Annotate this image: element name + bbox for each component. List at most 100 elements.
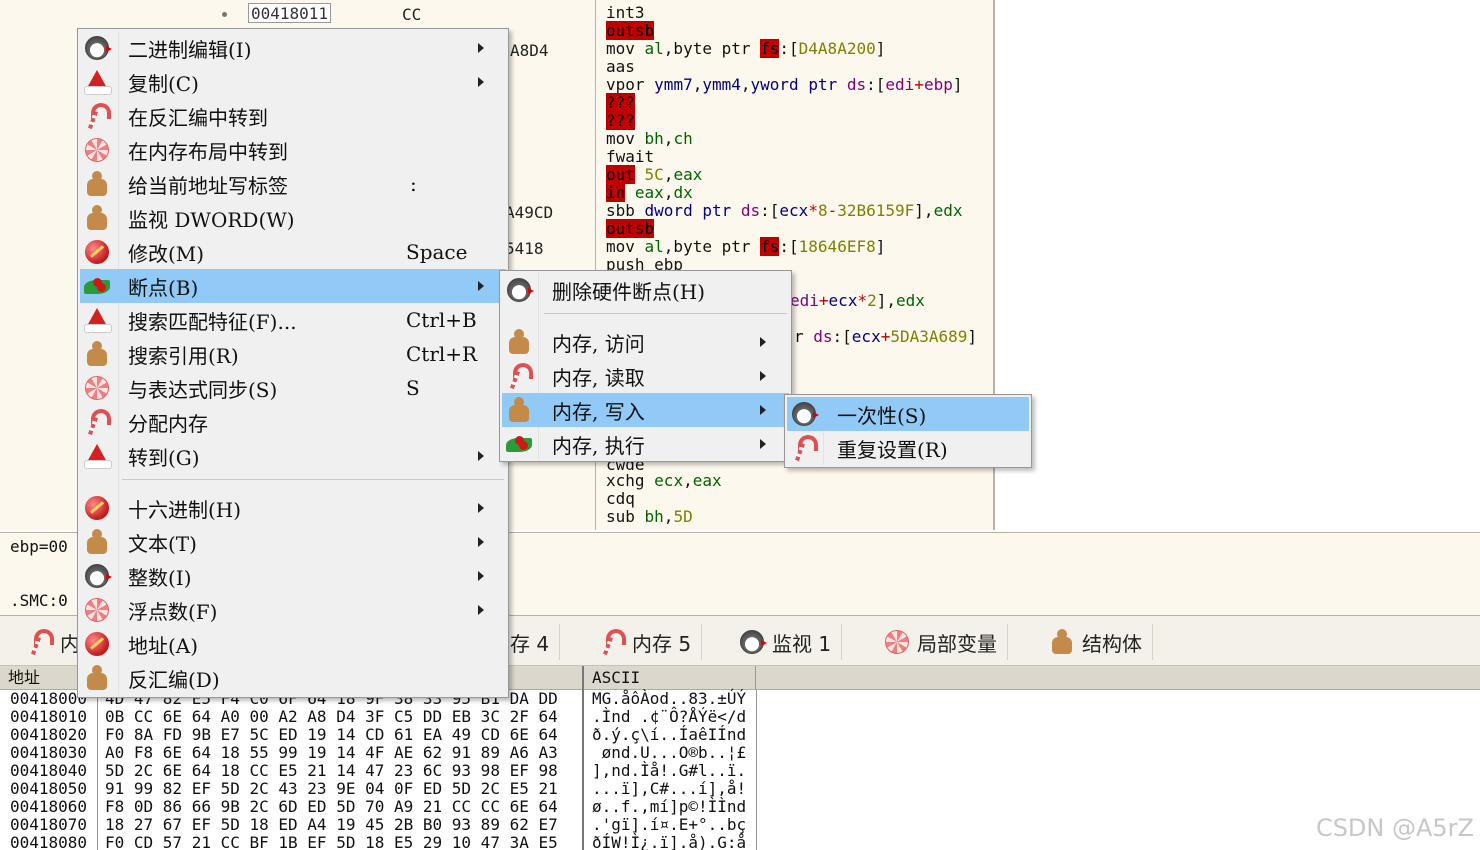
gingerbread-icon	[85, 171, 109, 197]
menu-item-hex[interactable]: 十六进制(H)	[80, 491, 506, 525]
dump-row[interactable]: 00418060 F8 0D 86 66 9B 2C 6D ED 5D 70 A9…	[0, 798, 760, 816]
asm-line[interactable]: mov al,byte ptr fs:[18646EF8]	[606, 237, 885, 256]
disassembly-address[interactable]: 00418011	[248, 3, 332, 23]
menu-item-modify[interactable]: 修改(M) Space	[80, 235, 506, 269]
asm-line[interactable]: cdq	[606, 490, 635, 508]
hex-dump[interactable]: 00418000 4D 47 82 E5 F4 C0 6F 64 18 9F 38…	[0, 690, 1480, 850]
gingerbread-icon	[1050, 629, 1074, 655]
penguin-icon	[85, 36, 112, 60]
tab-label: 局部变量	[917, 631, 997, 656]
dump-row[interactable]: 00418080 F0 CD 57 21 CC BF 1B EF 5D 18 E5…	[0, 834, 760, 850]
ornament-icon	[85, 496, 109, 520]
asm-line[interactable]: out 5C,eax	[606, 165, 702, 184]
header-ascii[interactable]: ASCII	[584, 666, 756, 690]
tab-label: 内存 5	[632, 631, 692, 656]
menu-item-search-references[interactable]: 搜索引用(R) Ctrl+R	[80, 337, 506, 371]
gingerbread-icon	[85, 341, 109, 367]
menu-shortcut: Ctrl+R	[406, 342, 478, 366]
asm-line[interactable]: aas	[606, 58, 635, 76]
menu-item-memory-access[interactable]: 内存, 访问	[502, 325, 789, 359]
tab-label: 存 4	[510, 631, 550, 656]
menu-item-address[interactable]: 地址(A)	[80, 627, 506, 661]
dump-row[interactable]: 00418020 F0 8A FD 9B E7 5C ED 19 14 CD 61…	[0, 726, 760, 744]
asm-line[interactable]: r ds:[ecx+5DA3A689]	[794, 328, 977, 346]
tab-memory-4[interactable]: 存 4	[500, 624, 561, 660]
asm-line[interactable]: mov bh,ch	[606, 130, 693, 148]
menu-item-memory-write[interactable]: 内存, 写入	[502, 393, 789, 427]
santa-hat-icon	[84, 444, 112, 469]
menu-item-goto-disassembly[interactable]: 在反汇编中转到	[80, 99, 506, 133]
menu-item-sync-expression[interactable]: 与表达式同步(S) S	[80, 371, 506, 405]
menu-item-goto[interactable]: 转到(G)	[80, 439, 506, 473]
penguin-icon	[85, 564, 112, 588]
menu-item-text[interactable]: 文本(T)	[80, 525, 506, 559]
asm-line[interactable]: xchg ecx,eax	[606, 472, 722, 490]
asm-line[interactable]: in eax,dx	[606, 183, 693, 202]
asm-line[interactable]: outsb	[606, 219, 655, 238]
menu-item-search-pattern[interactable]: 搜索匹配特征(F)... Ctrl+B	[80, 303, 506, 337]
asm-line[interactable]: ???	[606, 93, 635, 112]
asm-line[interactable]: sub bh,5D	[606, 508, 693, 526]
submenu-arrow-icon	[760, 405, 766, 415]
menu-item-binary-edit[interactable]: 二进制编辑(I)	[80, 31, 506, 65]
menu-item-label: 地址(A)	[128, 633, 199, 658]
asm-line[interactable]: vpor ymm7,ymm4,yword ptr ds:[edi+ebp]	[606, 76, 962, 94]
asm-line[interactable]: mov al,byte ptr fs:[D4A8A200]	[606, 39, 885, 58]
submenu-arrow-icon	[478, 537, 484, 547]
tab-struct[interactable]: 结构体	[1040, 624, 1153, 660]
dump-row[interactable]: 00418050 91 99 82 EF 5D 2C 43 23 9E 04 0F…	[0, 780, 760, 798]
asm-line[interactable]: int3	[606, 4, 645, 22]
menu-item-label: 一次性(S)	[837, 403, 927, 428]
menu-item-label: 内存, 读取	[552, 365, 645, 390]
menu-item-label: 整数(I)	[128, 565, 192, 590]
menu-item-label-address[interactable]: 给当前地址写标签 :	[80, 167, 506, 201]
candy-cane-icon	[28, 629, 54, 655]
menu-item-watch-dword[interactable]: 监视 DWORD(W)	[80, 201, 506, 235]
santa-hat-icon	[84, 70, 112, 95]
disassembly-bytes: CC	[402, 5, 422, 24]
dump-row[interactable]: 00418030 A0 F8 6E 64 18 55 99 19 14 4F AE…	[0, 744, 760, 762]
menu-item-once[interactable]: 一次性(S)	[787, 397, 1029, 431]
menu-item-memory-execute[interactable]: 内存, 执行	[502, 427, 789, 461]
menu-item-breakpoint[interactable]: 断点(B)	[80, 269, 506, 303]
tab-locals[interactable]: 局部变量	[875, 624, 1008, 660]
dump-row[interactable]: 00418070 18 27 67 EF 5D 18 ED A4 19 45 2B…	[0, 816, 760, 834]
menu-item-label: 复制(C)	[128, 71, 199, 96]
dump-row[interactable]: 00418010 0B CC 6E 64 A0 00 A2 A8 D4 3F C5…	[0, 708, 760, 726]
register-info-line: ebp=00	[10, 537, 68, 556]
menu-separator	[122, 479, 504, 480]
tab-watch-1[interactable]: 监视 1	[730, 624, 843, 660]
submenu-arrow-icon	[760, 439, 766, 449]
menu-item-integer[interactable]: 整数(I)	[80, 559, 506, 593]
asm-line[interactable]: fwait	[606, 148, 654, 166]
menu-item-repeat[interactable]: 重复设置(R)	[787, 431, 1029, 465]
menu-item-allocate-memory[interactable]: 分配内存	[80, 405, 506, 439]
submenu-arrow-icon	[478, 77, 484, 87]
memory-write-submenu: 一次性(S) 重复设置(R)	[784, 394, 1032, 468]
lollipop-icon	[885, 630, 909, 654]
breakpoint-dot[interactable]	[222, 12, 227, 17]
menu-item-disassembly[interactable]: 反汇编(D)	[80, 661, 506, 695]
menu-item-label: 监视 DWORD(W)	[128, 207, 295, 232]
menu-item-float[interactable]: 浮点数(F)	[80, 593, 506, 627]
menu-item-goto-memory-map[interactable]: 在内存布局中转到	[80, 133, 506, 167]
gingerbread-icon	[85, 529, 109, 555]
tab-label: 监视 1	[772, 631, 832, 656]
menu-item-label: 与表达式同步(S)	[128, 377, 278, 402]
menu-item-delete-hw-breakpoint[interactable]: 删除硬件断点(H)	[502, 273, 789, 307]
asm-line[interactable]: sbb dword ptr ds:[ecx*8-32B6159F],edx	[606, 202, 962, 220]
asm-line[interactable]: edi+ecx*2],edx	[790, 292, 925, 310]
ornament-icon	[85, 240, 109, 264]
gingerbread-icon	[85, 665, 109, 691]
tab-label: 结构体	[1082, 631, 1142, 656]
candy-cane-icon	[85, 409, 111, 435]
asm-line[interactable]: outsb	[606, 21, 655, 40]
menu-item-label: 在内存布局中转到	[128, 139, 288, 164]
menu-item-copy[interactable]: 复制(C)	[80, 65, 506, 99]
dump-row[interactable]: 00418040 5D 2C 6E 64 18 CC E5 21 14 47 23…	[0, 762, 760, 780]
menu-item-memory-read[interactable]: 内存, 读取	[502, 359, 789, 393]
tab-memory-5[interactable]: 内存 5	[590, 624, 703, 660]
asm-line[interactable]: ???	[606, 111, 635, 130]
menu-item-label: 十六进制(H)	[128, 497, 242, 522]
submenu-arrow-icon	[478, 281, 484, 291]
